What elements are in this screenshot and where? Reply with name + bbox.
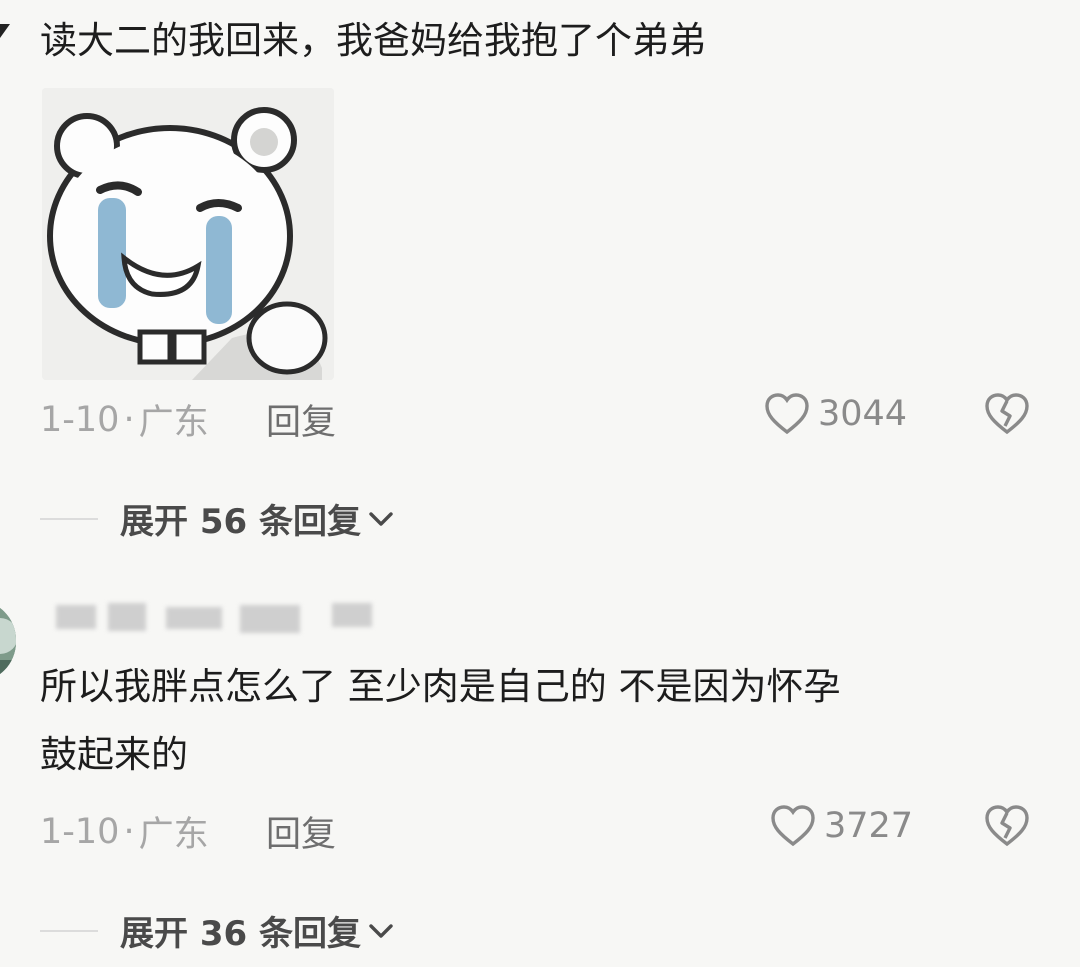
comment-meta: 1-10 · 广东 (40, 394, 209, 445)
comment-text: 读大二的我回来，我爸妈给我抱了个弟弟 (40, 19, 706, 62)
broken-heart-icon (985, 805, 1029, 847)
comment-text-line-2: 鼓起来的 (40, 733, 188, 776)
comment-meta: 1-10 · 广东 (40, 806, 209, 857)
reply-button[interactable]: 回复 (266, 394, 336, 445)
expand-label: 展开 36 条回复 (120, 914, 361, 954)
expand-replies-button[interactable]: 展开 56 条回复 (40, 494, 395, 543)
collapse-indicator (0, 24, 10, 38)
divider-line (40, 929, 98, 932)
reply-button[interactable]: 回复 (266, 806, 336, 857)
expand-label: 展开 56 条回复 (120, 502, 361, 542)
divider-line (40, 517, 98, 520)
avatar-image (0, 600, 16, 682)
comment-location: 广东 (138, 815, 209, 855)
heart-outline-icon (771, 805, 815, 847)
comment-text-line-1: 所以我胖点怎么了 至少肉是自己的 不是因为怀孕 (40, 665, 841, 708)
like-button[interactable]: 3727 (770, 804, 913, 848)
meta-separator: · (123, 811, 135, 852)
sticker-image (42, 88, 334, 380)
chevron-down-icon (369, 511, 393, 526)
like-count: 3727 (824, 806, 914, 846)
chevron-down-icon (369, 923, 393, 938)
expand-replies-button[interactable]: 展开 36 条回复 (40, 906, 395, 955)
dislike-button[interactable] (984, 392, 1030, 440)
like-button[interactable]: 3044 (764, 392, 907, 436)
dislike-button[interactable] (984, 804, 1030, 852)
avatar[interactable] (0, 600, 16, 682)
heart-outline-icon (765, 393, 809, 435)
meta-separator: · (123, 399, 135, 440)
username-blurred[interactable] (42, 603, 402, 635)
comment-date: 1-10 (40, 811, 120, 852)
broken-heart-icon (985, 393, 1029, 435)
comment-date: 1-10 (40, 399, 120, 440)
crying-bear-sticker[interactable] (42, 88, 334, 380)
comment-location: 广东 (138, 403, 209, 443)
like-count: 3044 (818, 394, 908, 434)
